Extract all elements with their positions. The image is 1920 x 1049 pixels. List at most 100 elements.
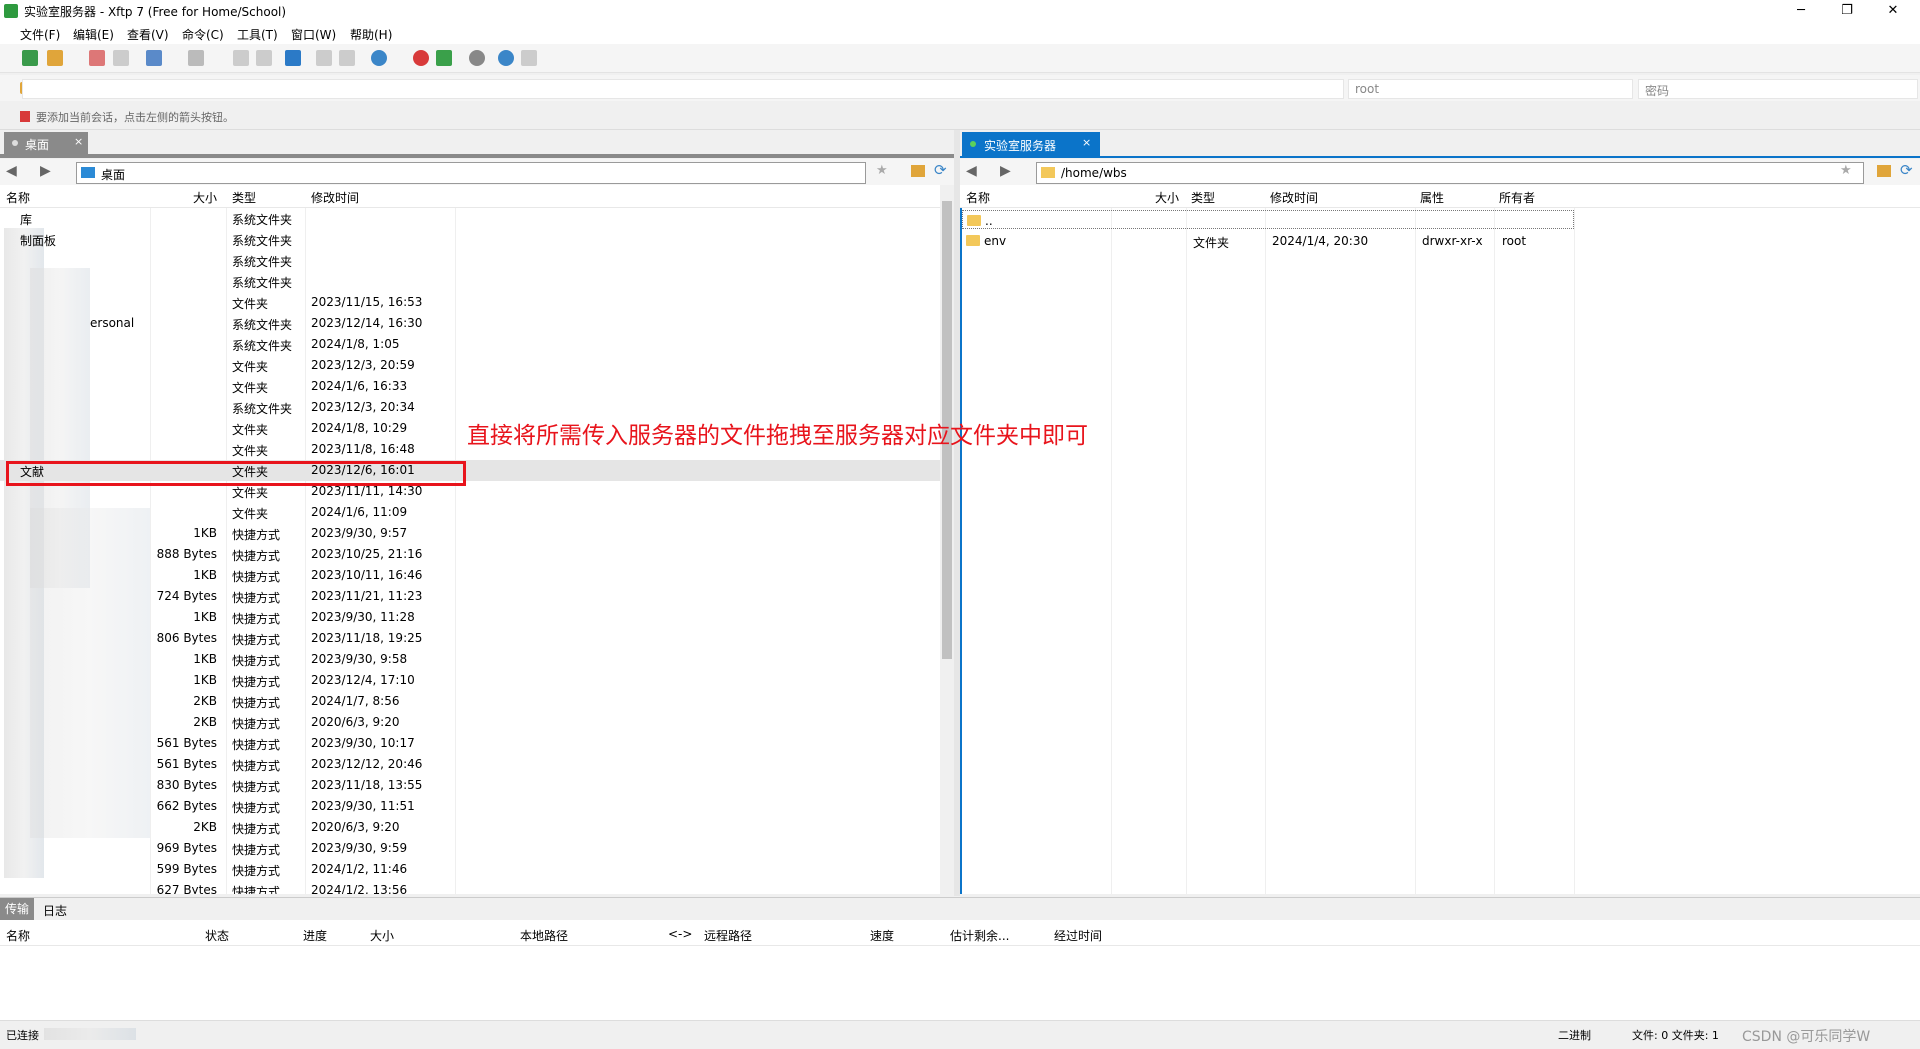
left-file-list[interactable]: 库系统文件夹 制面板 系统文件夹 系统文件夹 系统文件夹 文件夹 2023/11/15, 1… xyxy=(0,208,940,894)
password-input[interactable]: 密码 xyxy=(1638,79,1918,99)
disconnect-icon[interactable] xyxy=(89,50,105,66)
home-folder-icon[interactable] xyxy=(1877,165,1891,177)
tcol-speed[interactable]: 速度 xyxy=(870,927,894,944)
table-row[interactable]: 627 Bytes 快捷方式 2024/1/2, 13:56 xyxy=(0,880,940,894)
back-arrow-icon[interactable]: ◀ xyxy=(6,163,17,179)
table-row[interactable]: 561 Bytes 快捷方式 2023/9/30, 10:17 xyxy=(0,733,940,754)
xftp-icon[interactable] xyxy=(436,50,452,66)
table-row[interactable]: 1KB 快捷方式 2023/9/30, 9:58 xyxy=(0,649,940,670)
tcol-name[interactable]: 名称 xyxy=(6,927,30,944)
forward-arrow-icon[interactable]: ▶ xyxy=(1000,163,1011,179)
table-row[interactable]: 库 系统文件夹 xyxy=(0,208,940,229)
table-row[interactable]: 制面板 系统文件夹 xyxy=(0,229,940,250)
table-row[interactable]: 806 Bytes 快捷方式 2023/11/18, 19:25 xyxy=(0,628,940,649)
table-row[interactable]: env 文件夹 2024/1/4, 20:30 drwxr-xr-x root xyxy=(962,231,1574,252)
chat-icon[interactable] xyxy=(521,50,537,66)
table-row[interactable]: 1KB 快捷方式 2023/9/30, 11:28 xyxy=(0,607,940,628)
table-row[interactable]: 888 Bytes 快捷方式 2023/10/25, 21:16 xyxy=(0,544,940,565)
tab-desktop[interactable]: 桌面 × xyxy=(4,132,88,154)
table-row[interactable]: 文件夹 2023/12/3, 20:59 xyxy=(0,355,940,376)
col-modified[interactable]: 修改时间 xyxy=(311,189,359,206)
bookmark-icon[interactable] xyxy=(20,111,30,122)
minimize-button[interactable]: ─ xyxy=(1778,0,1824,22)
paste-icon[interactable] xyxy=(256,50,272,66)
tcol-size[interactable]: 大小 xyxy=(370,927,394,944)
tab-close-icon[interactable]: × xyxy=(1082,136,1091,149)
table-row[interactable]: .. xyxy=(962,210,1574,229)
host-input[interactable] xyxy=(22,79,1344,99)
col-attributes[interactable]: 属性 xyxy=(1420,189,1444,206)
tcol-eta[interactable]: 估计剩余... xyxy=(950,927,1009,944)
table-row[interactable]: 1KB 快捷方式 2023/12/4, 17:10 xyxy=(0,670,940,691)
table-row[interactable]: 2KB 快捷方式 2020/6/3, 9:20 xyxy=(0,817,940,838)
menu-help[interactable]: 帮助(H) xyxy=(350,26,392,43)
table-row[interactable]: 文件夹 2024/1/6, 11:09 xyxy=(0,502,940,523)
table-row[interactable]: 文件夹 2024/1/6, 16:33 xyxy=(0,376,940,397)
table-row[interactable]: 561 Bytes 快捷方式 2023/12/12, 20:46 xyxy=(0,754,940,775)
transfer-mode[interactable]: 二进制 xyxy=(1558,1027,1591,1043)
properties-icon[interactable] xyxy=(339,50,355,66)
refresh-icon[interactable]: ⟳ xyxy=(1900,161,1913,179)
table-row[interactable]: ersonal 系统文件夹 2023/12/14, 16:30 xyxy=(0,313,940,334)
table-row[interactable]: 系统文件夹 2023/12/3, 20:34 xyxy=(0,397,940,418)
menu-view[interactable]: 查看(V) xyxy=(127,26,169,43)
new-session-icon[interactable] xyxy=(22,50,38,66)
back-arrow-icon[interactable]: ◀ xyxy=(966,163,977,179)
menu-file[interactable]: 文件(F) xyxy=(20,26,60,43)
tab-log[interactable]: 日志 xyxy=(43,902,67,919)
new-tab-icon[interactable] xyxy=(146,50,162,66)
copy-icon[interactable] xyxy=(233,50,249,66)
reconnect-icon[interactable] xyxy=(113,50,129,66)
col-type[interactable]: 类型 xyxy=(232,189,256,206)
col-size[interactable]: 大小 xyxy=(193,189,217,206)
table-row[interactable]: 1KB 快捷方式 2023/10/11, 16:46 xyxy=(0,565,940,586)
star-icon[interactable]: ★ xyxy=(876,163,888,178)
col-name[interactable]: 名称 xyxy=(6,189,30,206)
tab-lab-server[interactable]: 实验室服务器 × xyxy=(962,132,1100,156)
left-path-input[interactable]: 桌面 xyxy=(76,162,866,184)
tcol-elapsed[interactable]: 经过时间 xyxy=(1054,927,1102,944)
table-row[interactable]: 系统文件夹 xyxy=(0,250,940,271)
tcol-progress[interactable]: 进度 xyxy=(303,927,327,944)
tcol-remote-path[interactable]: 远程路径 xyxy=(704,927,752,944)
col-modified[interactable]: 修改时间 xyxy=(1270,189,1318,206)
menu-edit[interactable]: 编辑(E) xyxy=(73,26,114,43)
help-icon[interactable] xyxy=(498,50,514,66)
right-file-list[interactable]: .. env 文件夹 2024/1/4, 20:30 drwxr-xr-x root xyxy=(960,208,1920,894)
globe-icon[interactable] xyxy=(371,50,387,66)
col-name[interactable]: 名称 xyxy=(966,189,990,206)
table-row[interactable]: 1KB 快捷方式 2023/9/30, 9:57 xyxy=(0,523,940,544)
menu-command[interactable]: 命令(C) xyxy=(182,26,224,43)
table-row[interactable]: 系统文件夹 2024/1/8, 1:05 xyxy=(0,334,940,355)
xshell-icon[interactable] xyxy=(413,50,429,66)
table-row[interactable]: 2KB 快捷方式 2020/6/3, 9:20 xyxy=(0,712,940,733)
table-row[interactable]: 969 Bytes 快捷方式 2023/9/30, 9:59 xyxy=(0,838,940,859)
table-row[interactable]: 830 Bytes 快捷方式 2023/11/18, 13:55 xyxy=(0,775,940,796)
delete-icon[interactable] xyxy=(316,50,332,66)
star-icon[interactable]: ★ xyxy=(1840,163,1852,178)
table-row[interactable]: 662 Bytes 快捷方式 2023/9/30, 11:51 xyxy=(0,796,940,817)
refresh-icon[interactable]: ⟳ xyxy=(934,161,947,179)
tcol-local-path[interactable]: 本地路径 xyxy=(520,927,568,944)
menu-window[interactable]: 窗口(W) xyxy=(291,26,336,43)
tcol-status[interactable]: 状态 xyxy=(205,927,229,944)
tcol-direction[interactable]: <-> xyxy=(668,927,692,941)
home-folder-icon[interactable] xyxy=(911,165,925,177)
maximize-button[interactable]: ❐ xyxy=(1824,0,1870,22)
table-row[interactable]: 文件夹 2023/11/15, 16:53 xyxy=(0,292,940,313)
transfer-icon[interactable] xyxy=(285,50,301,66)
col-type[interactable]: 类型 xyxy=(1191,189,1215,206)
right-path-input[interactable]: /home/wbs xyxy=(1036,162,1864,184)
gear-icon[interactable] xyxy=(469,50,485,66)
table-row[interactable]: 724 Bytes 快捷方式 2023/11/21, 11:23 xyxy=(0,586,940,607)
close-window-button[interactable]: ✕ xyxy=(1870,0,1916,22)
tab-close-icon[interactable]: × xyxy=(74,135,83,148)
table-row[interactable]: 系统文件夹 xyxy=(0,271,940,292)
menu-tools[interactable]: 工具(T) xyxy=(237,26,278,43)
left-scrollbar[interactable] xyxy=(940,185,954,894)
col-size[interactable]: 大小 xyxy=(1155,189,1179,206)
open-folder-icon[interactable] xyxy=(47,50,63,66)
username-input[interactable]: root xyxy=(1348,79,1633,99)
table-row[interactable]: 599 Bytes 快捷方式 2024/1/2, 11:46 xyxy=(0,859,940,880)
tab-transfers[interactable]: 传输 xyxy=(0,898,34,920)
